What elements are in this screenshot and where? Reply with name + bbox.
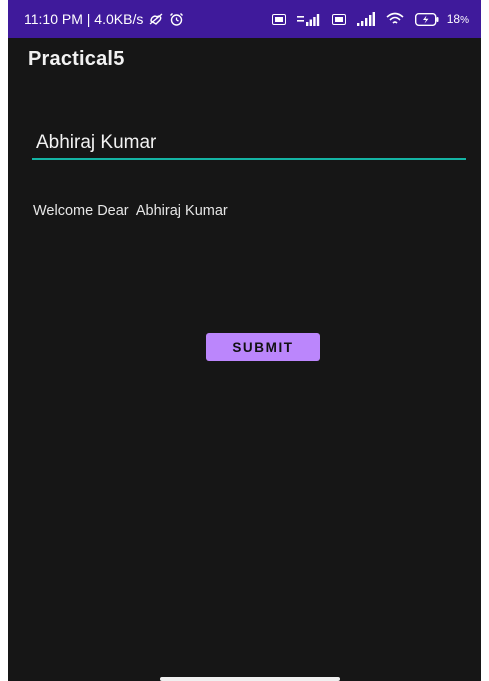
name-input-container xyxy=(32,128,466,160)
battery-percentage: 18% xyxy=(446,12,469,26)
signal-4g-icon xyxy=(296,12,321,26)
status-right: 18% xyxy=(267,12,469,26)
volte-icon xyxy=(271,13,286,25)
submit-button[interactable]: SUBMIT xyxy=(206,333,320,361)
signal-icon xyxy=(356,12,375,26)
app-title: Practical5 xyxy=(28,48,125,70)
volte-icon xyxy=(331,13,346,25)
navigation-handle[interactable] xyxy=(160,677,340,681)
welcome-message: Welcome Dear Abhiraj Kumar xyxy=(33,203,228,219)
battery-icon xyxy=(414,12,439,26)
name-input[interactable] xyxy=(36,130,456,156)
no-data-saver-icon xyxy=(148,12,164,26)
app-screen: 11:10 PM | 4.0KB/s 18% Practical5 Abhira… xyxy=(8,0,481,681)
alarm-icon xyxy=(169,12,184,27)
status-left: 11:10 PM | 4.0KB/s xyxy=(24,11,184,27)
wifi-icon xyxy=(386,12,404,26)
app-bar: Practical5 xyxy=(8,38,481,84)
status-time: 11:10 PM | 4.0KB/s xyxy=(24,11,144,27)
status-bar: 11:10 PM | 4.0KB/s 18% xyxy=(8,0,481,38)
